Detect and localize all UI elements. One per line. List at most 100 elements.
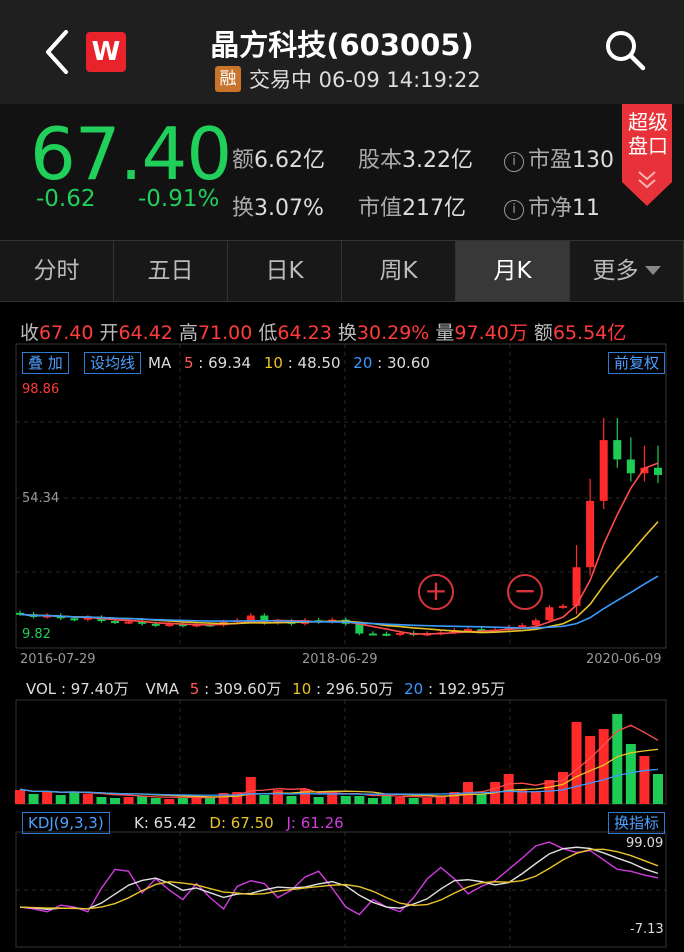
turnover-stat: 换3.07% [232,196,324,221]
volume-bar [272,790,283,804]
candle-body [599,440,608,501]
candle-body [518,625,527,628]
volume-bar [422,798,433,804]
stock-title: 晶方科技(603005) [210,28,474,62]
tab-monthly-k[interactable]: 月K [456,241,570,301]
tab-five-day[interactable]: 五日 [114,241,228,301]
volume-bar [110,798,121,804]
volume-bar [503,774,514,804]
volume-bar [585,736,596,804]
volume-bar [327,793,338,804]
switch-indicator-button[interactable]: 换指标 [608,812,666,834]
volume-bar [15,790,25,804]
candle-body [246,615,255,621]
trading-status: 融 交易中 06-09 14:19:22 [215,64,481,94]
info-icon: i [504,200,524,220]
kdj-params-button[interactable]: KDJ(9,3,3) [22,812,110,834]
kdj-d-line [19,848,659,910]
price-panel-frame [15,343,667,649]
kdj-readout: K: 65.42 D: 67.50 J: 61.26 [134,814,344,832]
info-icon: i [504,152,524,172]
ohlc-readout: 收67.40 开64.42 高71.00 低64.23 换30.29% 量97.… [20,322,627,344]
caret-down-icon [644,266,661,275]
shares-stat: 股本3.22亿 [358,148,474,173]
candle-body [545,607,554,621]
volume-bar [530,792,541,804]
quote-panel: 67.40 -0.62 -0.91% 额6.62亿 换3.07% 股本3.22亿… [0,104,684,240]
candle-body [70,618,79,621]
volume-bar [259,795,270,804]
candle-body [151,623,160,626]
volume-bar [42,792,53,804]
current-price: 67.40 [30,112,232,196]
candle-body [396,632,405,635]
zoom-in-button[interactable]: + [418,574,454,610]
pe-stat[interactable]: i 市盈130 [504,142,614,174]
date-label-mid: 2018-06-29 [302,652,378,667]
volume-bar [381,796,392,804]
tab-weekly-k[interactable]: 周K [342,241,456,301]
candle-body [355,623,364,634]
ma-readout: MA 5 : 69.34 10 : 48.50 20 : 30.60 [148,354,430,372]
zoom-out-button[interactable]: − [507,574,543,610]
kline-svg [15,343,667,948]
volume-bar [123,797,134,804]
kdj-min-label: -7.13 [630,922,664,937]
kline-chart-area[interactable]: 收67.40 开64.42 高71.00 低64.23 换30.29% 量97.… [0,302,684,952]
header-bar: W 晶方科技(603005) 融 交易中 06-09 14:19:22 [0,0,684,104]
pb-stat[interactable]: i 市净11 [504,190,600,222]
amount-stat: 额6.62亿 [232,148,326,173]
volume-bar [96,797,107,804]
volume-bar [177,798,188,804]
date-label-start: 2016-07-29 [20,652,96,667]
candle-body [654,467,662,475]
overlay-button[interactable]: 叠 加 [22,352,69,374]
super-panel-label: 超级盘口 [628,110,668,158]
search-icon[interactable] [603,28,647,72]
volume-bar [286,796,297,804]
volume-bar [340,796,351,804]
candle-body [626,459,635,474]
volume-bar [476,794,487,804]
tab-more-label: 更多 [592,258,639,284]
candle-body [613,440,622,460]
volume-bar [354,796,365,804]
volume-bar [653,774,663,804]
volume-bar [367,798,378,804]
price-change-pct: -0.91% [138,186,220,212]
date-label-end: 2020-06-09 [586,652,662,667]
super-panel-button[interactable]: 超级盘口 [622,104,672,206]
candle-body [382,633,391,636]
volume-bar [191,798,202,804]
restore-right-button[interactable]: 前复权 [608,352,666,374]
status-text: 交易中 06-09 14:19:22 [249,68,481,92]
volume-bar [313,797,324,804]
candle-body [111,621,120,624]
candle-body [531,620,540,626]
candle-body [463,629,472,632]
volume-bar [55,795,66,804]
volume-bar [408,798,419,804]
period-tabs: 分时 五日 日K 周K 月K 更多 [0,240,684,302]
y-mid-label: 54.34 [22,491,60,506]
volume-bar [82,794,93,804]
kdj-max-label: 99.09 [626,836,664,851]
candle-body [124,621,133,624]
tab-more[interactable]: 更多 [570,241,684,301]
moving-average-line [19,521,659,634]
y-max-label: 98.86 [22,382,60,397]
volume-bar [639,756,650,804]
set-ma-button[interactable]: 设均线 [84,352,142,374]
candle-body [586,500,595,568]
volume-bar [69,792,80,804]
mktcap-stat: 市值217亿 [358,196,467,221]
tab-intraday[interactable]: 分时 [0,241,114,301]
candle-body [165,624,174,627]
vol-readout: VOL : 97.40万 VMA 5 : 309.60万 10 : 296.50… [26,680,506,698]
kdj-k-line [19,846,659,910]
margin-badge: 融 [215,66,241,92]
volume-bar [164,799,175,804]
tab-daily-k[interactable]: 日K [228,241,342,301]
y-min-label: 9.82 [22,627,51,642]
volume-bar [28,794,39,804]
